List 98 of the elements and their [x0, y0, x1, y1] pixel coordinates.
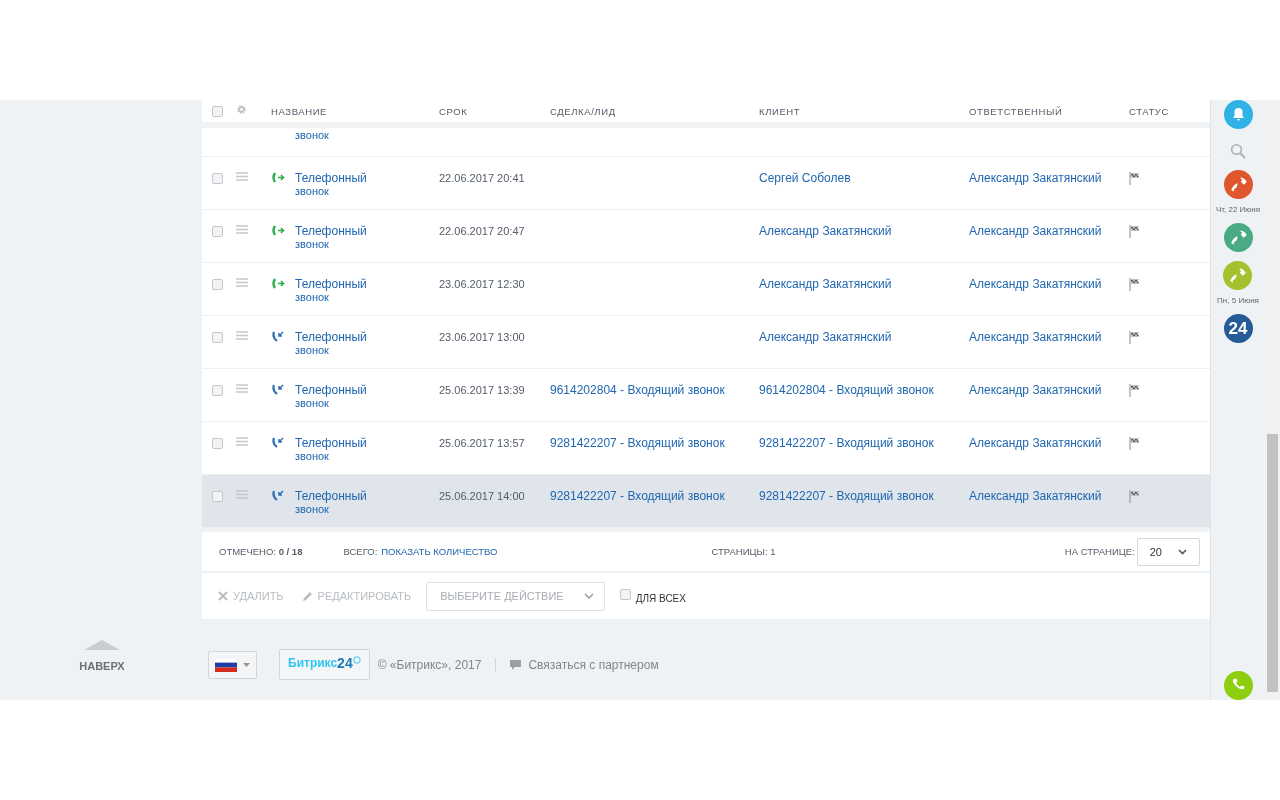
column-header[interactable]: КЛИЕНТ: [759, 105, 969, 117]
activity-link[interactable]: Телефонный: [295, 224, 367, 238]
client-link[interactable]: 9281422207 - Входящий звонок: [759, 436, 969, 450]
responsible-link[interactable]: Александр Закатянский: [969, 277, 1129, 291]
flag-icon[interactable]: [1129, 384, 1140, 397]
per-page-label: НА СТРАНИЦЕ:: [1064, 546, 1135, 557]
table-cell-text: 25.06.2017 13:57: [439, 436, 526, 449]
client-link[interactable]: Сергей Соболев: [759, 171, 969, 185]
chat-icon: [510, 659, 522, 670]
table-cell-text: 23.06.2017 13:00: [439, 330, 526, 343]
activity-link[interactable]: звонок: [295, 344, 329, 357]
caret-icon: [243, 662, 250, 667]
bitrix24-logo[interactable]: 24: [1223, 314, 1253, 343]
row-checkbox[interactable]: [212, 279, 223, 290]
responsible-link[interactable]: Александр Закатянский: [969, 436, 1129, 450]
notifications-button[interactable]: [1223, 100, 1253, 129]
flag-icon[interactable]: [1129, 225, 1140, 238]
menu-icon[interactable]: [236, 331, 248, 340]
column-header[interactable]: СРОК: [439, 105, 550, 117]
show-count-link[interactable]: ПОКАЗАТЬ КОЛИЧЕСТВО: [381, 546, 498, 557]
deal-link[interactable]: 9614202804 - Входящий звонок: [550, 383, 759, 397]
column-header[interactable]: СДЕЛКА/ЛИД: [550, 105, 759, 117]
client-link[interactable]: 9614202804 - Входящий звонок: [759, 383, 969, 397]
menu-icon[interactable]: [236, 172, 248, 181]
column-header[interactable]: НАЗВАНИЕ: [271, 105, 439, 117]
activity-link[interactable]: Телефонный: [295, 436, 367, 450]
per-page-select[interactable]: 20: [1136, 537, 1200, 566]
table-cell-text: 22.06.2017 20:47: [439, 224, 526, 237]
scroll-to-top-button[interactable]: НАВЕРХ: [79, 640, 125, 672]
pages-count: СТРАНИЦЫ: 1: [711, 546, 776, 557]
flag-icon[interactable]: [1129, 172, 1140, 185]
for-all-label: ДЛЯ ВСЕХ: [635, 592, 686, 604]
call-button[interactable]: [1223, 223, 1253, 252]
client-link[interactable]: Александр Закатянский: [759, 277, 969, 291]
client-link[interactable]: Александр Закатянский: [759, 330, 969, 344]
table-cell-text: 22.06.2017 20:41: [439, 171, 526, 184]
chevron-down-icon: [583, 593, 594, 599]
activity-link[interactable]: звонок: [295, 450, 329, 463]
call-date: Пн, 5 Июня: [1217, 296, 1259, 305]
responsible-link[interactable]: Александр Закатянский: [969, 383, 1129, 397]
row-checkbox[interactable]: [212, 438, 223, 449]
scrollbar-thumb[interactable]: [1267, 434, 1278, 692]
menu-icon[interactable]: [236, 278, 248, 287]
partner-link[interactable]: Связаться с партнером: [528, 657, 659, 672]
flag-icon[interactable]: [1129, 331, 1140, 344]
activity-link[interactable]: Телефонный: [295, 383, 367, 397]
column-header[interactable]: ОТВЕТСТВЕННЫЙ: [969, 105, 1129, 117]
call-date: Чт, 22 Июня: [1215, 205, 1261, 214]
settings-icon[interactable]: [236, 103, 247, 115]
flag-icon: [215, 657, 237, 672]
activity-link[interactable]: Телефонный: [295, 489, 367, 503]
table-cell-text: 25.06.2017 13:39: [439, 383, 526, 396]
client-link[interactable]: Александр Закатянский: [759, 224, 969, 238]
menu-icon[interactable]: [236, 384, 248, 393]
checked-count: ОТМЕЧЕНО: 0 / 18: [219, 546, 303, 557]
row-checkbox[interactable]: [212, 332, 223, 343]
select-all-checkbox[interactable]: [212, 105, 223, 117]
column-header[interactable]: СТАТУС: [1129, 105, 1210, 117]
phone-button[interactable]: [1223, 671, 1253, 700]
search-icon[interactable]: [1230, 143, 1246, 159]
row-checkbox[interactable]: [212, 173, 223, 184]
call-button[interactable]: [1223, 170, 1253, 199]
flag-icon[interactable]: [1129, 490, 1140, 503]
activity-link[interactable]: звонок: [295, 291, 329, 304]
responsible-link[interactable]: Александр Закатянский: [969, 171, 1129, 185]
flag-icon[interactable]: [1129, 278, 1140, 291]
responsible-link[interactable]: Александр Закатянский: [969, 224, 1129, 238]
activity-link[interactable]: звонок: [295, 185, 329, 198]
menu-icon[interactable]: [236, 225, 248, 234]
responsible-link[interactable]: Александр Закатянский: [969, 489, 1129, 503]
row-checkbox[interactable]: [212, 491, 223, 502]
activity-link[interactable]: Телефонный: [295, 277, 367, 291]
close-icon: [218, 591, 228, 601]
activity-link[interactable]: звонок: [295, 397, 329, 410]
chevron-down-icon: [1178, 548, 1187, 555]
activity-link[interactable]: Телефонный: [295, 330, 367, 344]
deal-link[interactable]: 9281422207 - Входящий звонок: [550, 489, 759, 503]
logo-button[interactable]: Битрикс24: [279, 649, 370, 680]
flag-icon[interactable]: [1129, 437, 1140, 450]
menu-icon[interactable]: [236, 490, 248, 499]
activity-link[interactable]: звонок: [295, 128, 439, 142]
table-cell-text: 25.06.2017 14:00: [439, 489, 526, 502]
menu-icon[interactable]: [236, 437, 248, 446]
responsible-link[interactable]: Александр Закатянский: [969, 330, 1129, 344]
copyright-text: © «Битрикс», 2017: [377, 657, 482, 672]
activity-link[interactable]: Телефонный: [295, 171, 367, 185]
row-checkbox[interactable]: [212, 385, 223, 396]
activity-link[interactable]: звонок: [295, 503, 329, 516]
pencil-icon: [301, 590, 313, 602]
for-all-checkbox[interactable]: [619, 588, 631, 600]
client-link[interactable]: 9281422207 - Входящий звонок: [759, 489, 969, 503]
deal-link[interactable]: 9281422207 - Входящий звонок: [550, 436, 759, 450]
language-select[interactable]: [208, 650, 257, 679]
call-button[interactable]: [1223, 261, 1253, 290]
total-label: ВСЕГО:: [343, 546, 378, 557]
table-cell-text: 23.06.2017 12:30: [439, 277, 526, 290]
row-checkbox[interactable]: [212, 226, 223, 237]
activity-link[interactable]: звонок: [295, 238, 329, 251]
